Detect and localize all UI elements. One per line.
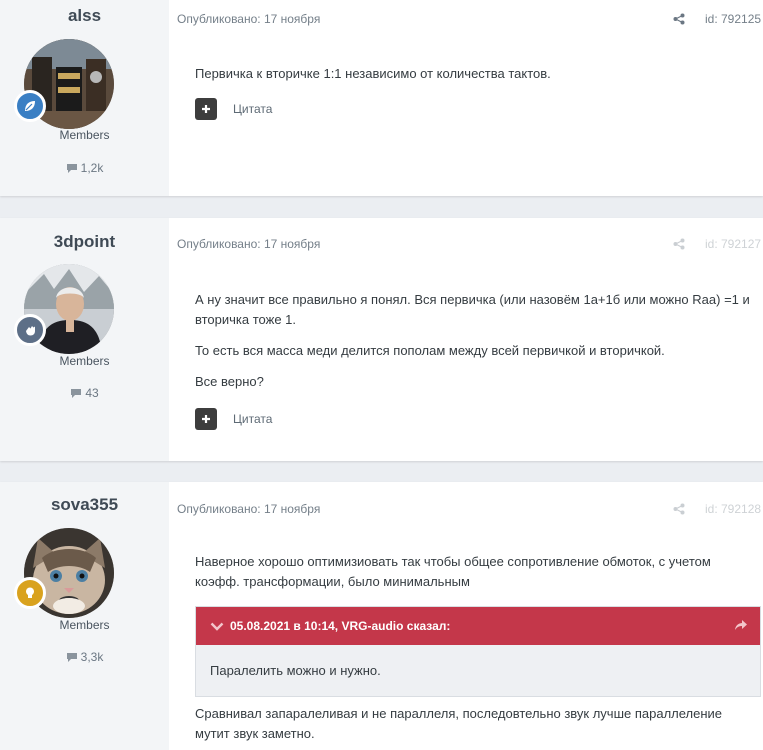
- rank-badge: [14, 90, 46, 122]
- post: alss Members 1,2k Опубликовано: 17 ноябр…: [0, 0, 763, 196]
- published-date[interactable]: Опубликовано: 17 ноября: [177, 502, 320, 516]
- post-content: Сравнивал запаралеливая и не параллеля, …: [195, 704, 735, 750]
- post-paragraph: Все верно?: [195, 374, 264, 389]
- author-name[interactable]: sova355: [0, 495, 169, 515]
- rank-badge: [14, 314, 46, 346]
- chevron-down-icon[interactable]: [210, 622, 224, 631]
- plus-icon[interactable]: [195, 408, 217, 430]
- author-panel: 3dpoint Members 43: [0, 218, 169, 461]
- post-count[interactable]: 3,3k: [0, 650, 169, 664]
- published-date[interactable]: Опубликовано: 17 ноября: [177, 12, 320, 26]
- post-paragraph: Наверное хорошо оптимизиовать так чтобы …: [195, 554, 711, 589]
- author-panel: alss Members 1,2k: [0, 0, 169, 196]
- comment-icon: [66, 653, 77, 662]
- post: 3dpoint Members 43 Опубликовано: 17 нояб…: [0, 218, 763, 461]
- post: sova355 Members 3,3k Опубликовано: 17 но…: [0, 482, 763, 750]
- post-paragraph: Первичка к вторичке 1:1 независимо от ко…: [195, 66, 551, 81]
- quote-block: 05.08.2021 в 10:14, VRG-audio сказал: Па…: [195, 606, 761, 697]
- quote-text: Паралелить можно и нужно.: [210, 663, 381, 678]
- quote-label[interactable]: Цитата: [233, 102, 272, 116]
- post-count[interactable]: 43: [0, 386, 169, 400]
- author-panel: sova355 Members 3,3k: [0, 482, 169, 750]
- post-paragraph: Сравнивал запаралеливая и не параллеля, …: [195, 706, 723, 741]
- plus-icon[interactable]: [195, 98, 217, 120]
- author-name[interactable]: alss: [0, 6, 169, 26]
- share-icon[interactable]: [673, 503, 685, 515]
- rank-badge: [14, 577, 46, 609]
- comment-icon: [71, 389, 82, 398]
- post-content: Первичка к вторичке 1:1 независимо от ко…: [195, 64, 757, 95]
- post-id[interactable]: id: 792128: [705, 502, 761, 516]
- author-name[interactable]: 3dpoint: [0, 232, 169, 252]
- published-date[interactable]: Опубликовано: 17 ноября: [177, 237, 320, 251]
- post-content: Наверное хорошо оптимизиовать так чтобы …: [195, 552, 735, 603]
- post-content: А ну значит все правильно я понял. Вся п…: [195, 290, 757, 403]
- share-icon[interactable]: [673, 238, 685, 250]
- hand-icon: [26, 326, 35, 336]
- post-id[interactable]: id: 792127: [705, 237, 761, 251]
- member-group: Members: [59, 128, 110, 142]
- quote-header[interactable]: 05.08.2021 в 10:14, VRG-audio сказал:: [196, 607, 760, 645]
- member-group: Members: [59, 618, 110, 632]
- quote-author: 05.08.2021 в 10:14, VRG-audio сказал:: [230, 619, 451, 633]
- post-count[interactable]: 1,2k: [0, 161, 169, 175]
- post-paragraph: То есть вся масса меди делится пополам м…: [195, 343, 665, 358]
- leaf-icon: [25, 101, 35, 111]
- member-group: Members: [59, 354, 110, 368]
- quote-label[interactable]: Цитата: [233, 412, 272, 426]
- post-paragraph: А ну значит все правильно я понял. Вся п…: [195, 292, 750, 327]
- goto-quote-icon[interactable]: [734, 619, 748, 631]
- comment-icon: [66, 164, 77, 173]
- quote-button[interactable]: Цитата: [195, 98, 272, 120]
- lightbulb-icon: [26, 587, 34, 598]
- post-id[interactable]: id: 792125: [705, 12, 761, 26]
- share-icon[interactable]: [673, 13, 685, 25]
- quote-button[interactable]: Цитата: [195, 408, 272, 430]
